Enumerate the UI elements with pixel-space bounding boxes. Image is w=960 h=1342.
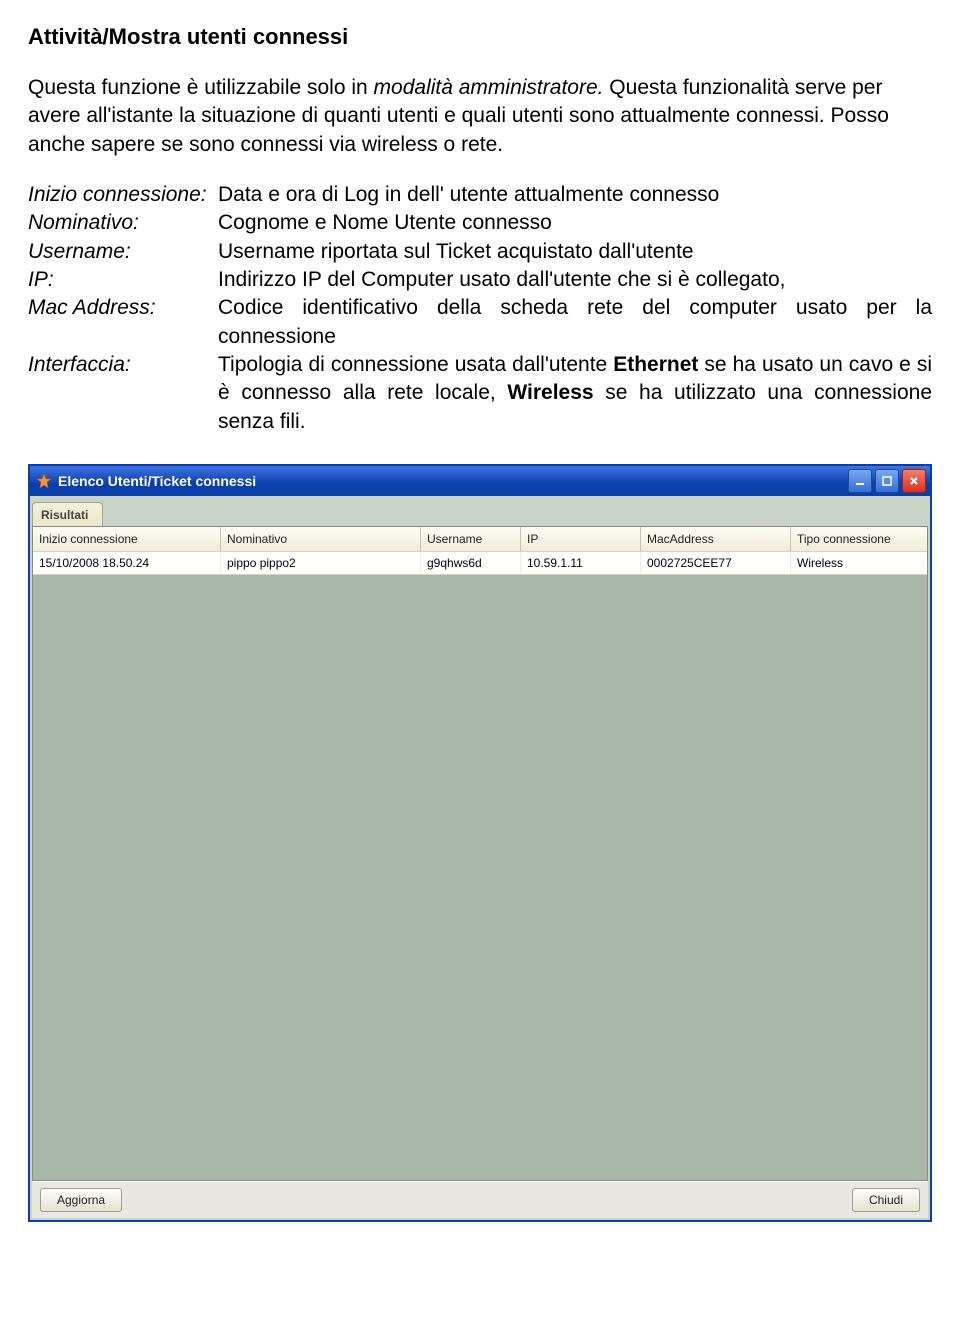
definition-term: Username:	[28, 238, 218, 266]
definition-row: Inizio connessione:Data e ora di Log in …	[28, 181, 932, 209]
minimize-button[interactable]	[848, 469, 872, 493]
column-header[interactable]: Username	[421, 527, 521, 551]
definition-desc: Cognome e Nome Utente connesso	[218, 209, 932, 237]
definition-term: Inizio connessione:	[28, 181, 218, 209]
window-client: Risultati Inizio connessioneNominativoUs…	[30, 496, 930, 1220]
definition-term: Mac Address:	[28, 294, 218, 322]
definition-row: Username:Username riportata sul Ticket a…	[28, 238, 932, 266]
definition-row: Interfaccia:Tipologia di connessione usa…	[28, 351, 932, 436]
definition-row: Nominativo:Cognome e Nome Utente conness…	[28, 209, 932, 237]
close-dialog-button[interactable]: Chiudi	[852, 1188, 920, 1212]
close-button[interactable]	[902, 469, 926, 493]
grid-header: Inizio connessioneNominativoUsernameIPMa…	[33, 527, 927, 551]
bottom-bar: Aggiorna Chiudi	[32, 1181, 928, 1218]
definition-term: IP:	[28, 266, 218, 294]
window-title: Elenco Utenti/Ticket connessi	[58, 473, 848, 489]
definition-desc: Tipologia di connessione usata dall'uten…	[218, 351, 932, 436]
results-grid: Inizio connessioneNominativoUsernameIPMa…	[32, 526, 928, 1181]
table-cell: 15/10/2008 18.50.24	[33, 552, 221, 574]
definition-desc: Codice identificativo della scheda rete …	[218, 294, 932, 351]
definition-term: Interfaccia:	[28, 351, 218, 379]
table-row[interactable]: 15/10/2008 18.50.24pippo pippo2g9qhws6d1…	[33, 551, 927, 575]
grid-empty-area	[33, 575, 927, 1180]
table-cell: g9qhws6d	[421, 552, 521, 574]
column-header[interactable]: Nominativo	[221, 527, 421, 551]
definition-desc: Indirizzo IP del Computer usato dall'ute…	[218, 266, 932, 294]
intro-text-before: Questa funzione è utilizzabile solo in	[28, 76, 374, 99]
page-title: Attività/Mostra utenti connessi	[28, 24, 932, 50]
tab-results[interactable]: Risultati	[32, 502, 103, 526]
column-header[interactable]: MacAddress	[641, 527, 791, 551]
table-cell: 10.59.1.11	[521, 552, 641, 574]
table-cell: Wireless	[791, 552, 927, 574]
refresh-button[interactable]: Aggiorna	[40, 1188, 122, 1212]
intro-paragraph: Questa funzione è utilizzabile solo in m…	[28, 74, 932, 159]
definition-row: IP:Indirizzo IP del Computer usato dall'…	[28, 266, 932, 294]
definitions-list: Inizio connessione:Data e ora di Log in …	[28, 181, 932, 436]
table-cell: pippo pippo2	[221, 552, 421, 574]
definition-term: Nominativo:	[28, 209, 218, 237]
tab-strip: Risultati	[32, 498, 928, 526]
app-icon	[36, 473, 52, 489]
intro-italic: modalità amministratore.	[374, 76, 604, 99]
column-header[interactable]: Tipo connessione	[791, 527, 927, 551]
column-header[interactable]: IP	[521, 527, 641, 551]
column-header[interactable]: Inizio connessione	[33, 527, 221, 551]
table-cell: 0002725CEE77	[641, 552, 791, 574]
definition-row: Mac Address:Codice identificativo della …	[28, 294, 932, 351]
definition-desc: Username riportata sul Ticket acquistato…	[218, 238, 932, 266]
definition-desc: Data e ora di Log in dell' utente attual…	[218, 181, 932, 209]
maximize-button[interactable]	[875, 469, 899, 493]
titlebar: Elenco Utenti/Ticket connessi	[30, 466, 930, 496]
window: Elenco Utenti/Ticket connessi Risultati …	[28, 464, 932, 1222]
